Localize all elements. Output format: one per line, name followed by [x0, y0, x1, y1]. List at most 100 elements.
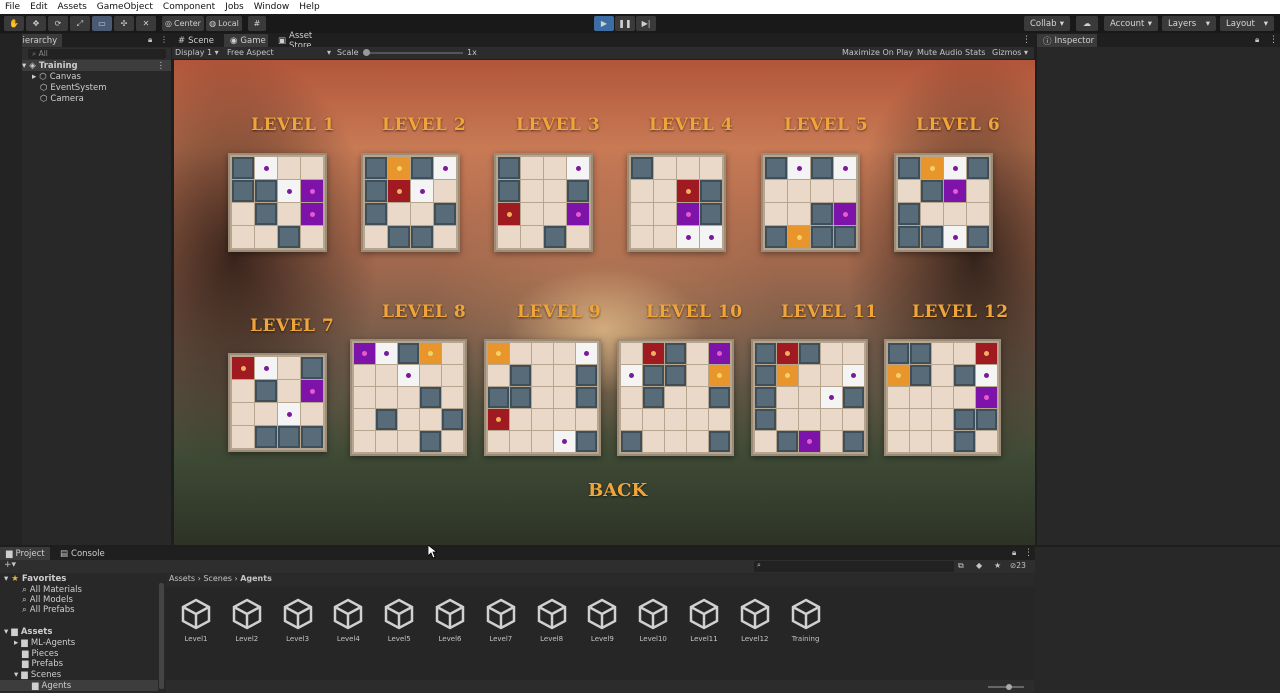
hand-tool-icon[interactable]: ✋ [4, 16, 24, 31]
hierarchy-item-camera[interactable]: ⬡ Camera [40, 93, 84, 104]
menu-edit[interactable]: Edit [25, 2, 52, 12]
level-board-3[interactable] [494, 153, 593, 252]
menu-assets[interactable]: Assets [53, 2, 92, 12]
account-dropdown[interactable]: Account ▾ [1104, 16, 1158, 31]
asset-item[interactable]: Level3 [278, 598, 318, 643]
level-board-9[interactable] [484, 339, 601, 456]
scale-slider[interactable] [363, 49, 463, 56]
lock-icon[interactable]: 🔒︎ [1012, 548, 1016, 558]
asset-item[interactable]: Level7 [481, 598, 521, 643]
icon-size-thumb[interactable] [1006, 684, 1012, 690]
asset-item[interactable]: Level4 [328, 598, 368, 643]
tab-game[interactable]: ◉ Game [224, 34, 268, 47]
more-icon[interactable]: ⋮ [1022, 35, 1031, 45]
asset-item[interactable]: Level1 [176, 598, 216, 643]
asset-item[interactable]: Level9 [582, 598, 622, 643]
menu-component[interactable]: Component [158, 2, 220, 12]
level-board-1[interactable] [228, 153, 327, 252]
tab-console[interactable]: ▤ Console [54, 547, 105, 560]
more-icon[interactable]: ⋮ [160, 35, 168, 44]
scene-row[interactable]: ▾ ◈ Training ⋮ [0, 60, 171, 71]
lock-icon[interactable]: 🔒︎ [1255, 35, 1259, 45]
hierarchy-item-canvas[interactable]: ▸ ⬡ Canvas [32, 71, 81, 82]
asset-item[interactable]: Training [786, 598, 826, 643]
stats-toggle[interactable]: Stats [965, 48, 985, 57]
display-dropdown[interactable]: Display 1 ▾ [175, 48, 219, 57]
icon-size-slider[interactable] [988, 684, 1024, 690]
favorite-item[interactable]: ⌕ All Prefabs [22, 604, 75, 615]
tab-project[interactable]: ▆ Project [0, 547, 50, 560]
menu-window[interactable]: Window [249, 2, 295, 12]
folder-item[interactable]: ▆ Prefabs [22, 658, 63, 669]
lock-icon[interactable]: 🔒︎ [148, 35, 152, 45]
custom-tool-icon[interactable]: ✕ [136, 16, 156, 31]
folder-item[interactable]: ▾ ▆ Scenes [14, 669, 61, 680]
move-tool-icon[interactable]: ✥ [26, 16, 46, 31]
tab-asset-store[interactable]: ▣ Asset Store [272, 31, 340, 51]
hierarchy-search-input[interactable]: ⌕ All [28, 49, 166, 59]
scale-slider-thumb[interactable] [363, 49, 370, 56]
grid-snap-icon[interactable]: # [248, 16, 266, 31]
cloud-icon[interactable]: ☁ [1076, 16, 1098, 31]
collab-dropdown[interactable]: Collab ▾ [1024, 16, 1070, 31]
folder-tree-scrollbar[interactable] [159, 583, 164, 689]
level-board-4[interactable] [627, 153, 726, 252]
more-icon[interactable]: ⋮ [1269, 35, 1278, 45]
breadcrumb-scenes[interactable]: Scenes [203, 574, 232, 583]
rotate-tool-icon[interactable]: ⟳ [48, 16, 68, 31]
transform-tool-icon[interactable]: ✣ [114, 16, 134, 31]
gizmos-dropdown[interactable]: Gizmos ▾ [992, 48, 1028, 57]
mute-audio-toggle[interactable]: Mute Audio [917, 48, 962, 57]
level-board-2[interactable] [361, 153, 460, 252]
scale-tool-icon[interactable]: ⤢ [70, 16, 90, 31]
layers-dropdown[interactable]: Layers ▾ [1162, 16, 1216, 31]
level-board-7[interactable] [228, 353, 327, 452]
pivot-center-button[interactable]: ◎ Center [162, 16, 204, 31]
hierarchy-item-eventsystem[interactable]: ⬡ EventSystem [40, 82, 106, 93]
star-icon[interactable]: ★ [994, 561, 1001, 570]
play-button[interactable]: ▶ [594, 16, 614, 31]
favorites-section[interactable]: ▾ ★ Favorites [4, 573, 66, 584]
breadcrumb-assets[interactable]: Assets [169, 574, 195, 583]
asset-item[interactable]: Level12 [735, 598, 775, 643]
aspect-dropdown[interactable]: Free Aspect ▾ [227, 48, 331, 58]
tab-scene[interactable]: # Scene [172, 34, 222, 47]
level-board-12[interactable] [884, 339, 1001, 456]
level-board-6[interactable] [894, 153, 993, 252]
label-icon[interactable]: ◆ [976, 561, 982, 570]
layout-dropdown[interactable]: Layout ▾ [1220, 16, 1274, 31]
pause-button[interactable]: ❚❚ [615, 16, 635, 31]
maximize-on-play-toggle[interactable]: Maximize On Play [842, 48, 913, 57]
menu-jobs[interactable]: Jobs [220, 2, 249, 12]
project-search-input[interactable]: ⌕ [754, 561, 954, 572]
folder-item[interactable]: ▸ ▆ ML-Agents [14, 637, 75, 648]
more-icon[interactable]: ⋮ [1024, 548, 1033, 558]
asset-item[interactable]: Level6 [430, 598, 470, 643]
level-board-5[interactable] [761, 153, 860, 252]
folder-item-selected[interactable]: ▆ Agents [0, 680, 158, 691]
assets-section[interactable]: ▾ ▆ Assets [4, 626, 52, 637]
asset-item[interactable]: Level5 [379, 598, 419, 643]
pivot-space-button[interactable]: ◍ Local [206, 16, 242, 31]
chevron-right-icon: ▸ [32, 71, 37, 82]
level-board-11[interactable] [751, 339, 868, 456]
back-button[interactable]: Back [588, 480, 647, 501]
add-icon[interactable]: +▾ [4, 560, 16, 570]
tab-inspector[interactable]: ⓘ Inspector [1037, 34, 1097, 47]
breadcrumb-agents[interactable]: Agents [240, 574, 272, 583]
menu-help[interactable]: Help [294, 2, 325, 12]
rect-tool-icon[interactable]: ▭ [92, 16, 112, 31]
asset-item[interactable]: Level2 [227, 598, 267, 643]
hidden-count[interactable]: ⊘23 [1010, 561, 1026, 570]
unity-scene-icon [384, 598, 414, 630]
level-board-10[interactable] [617, 339, 734, 456]
asset-item[interactable]: Level8 [532, 598, 572, 643]
level-board-8[interactable] [350, 339, 467, 456]
more-icon[interactable]: ⋮ [157, 61, 166, 71]
asset-item[interactable]: Level10 [633, 598, 673, 643]
step-button[interactable]: ▶| [636, 16, 656, 31]
asset-item[interactable]: Level11 [684, 598, 724, 643]
menu-gameobject[interactable]: GameObject [92, 2, 158, 12]
menu-file[interactable]: File [0, 2, 25, 12]
filter-type-icon[interactable]: ⧉ [958, 561, 964, 571]
